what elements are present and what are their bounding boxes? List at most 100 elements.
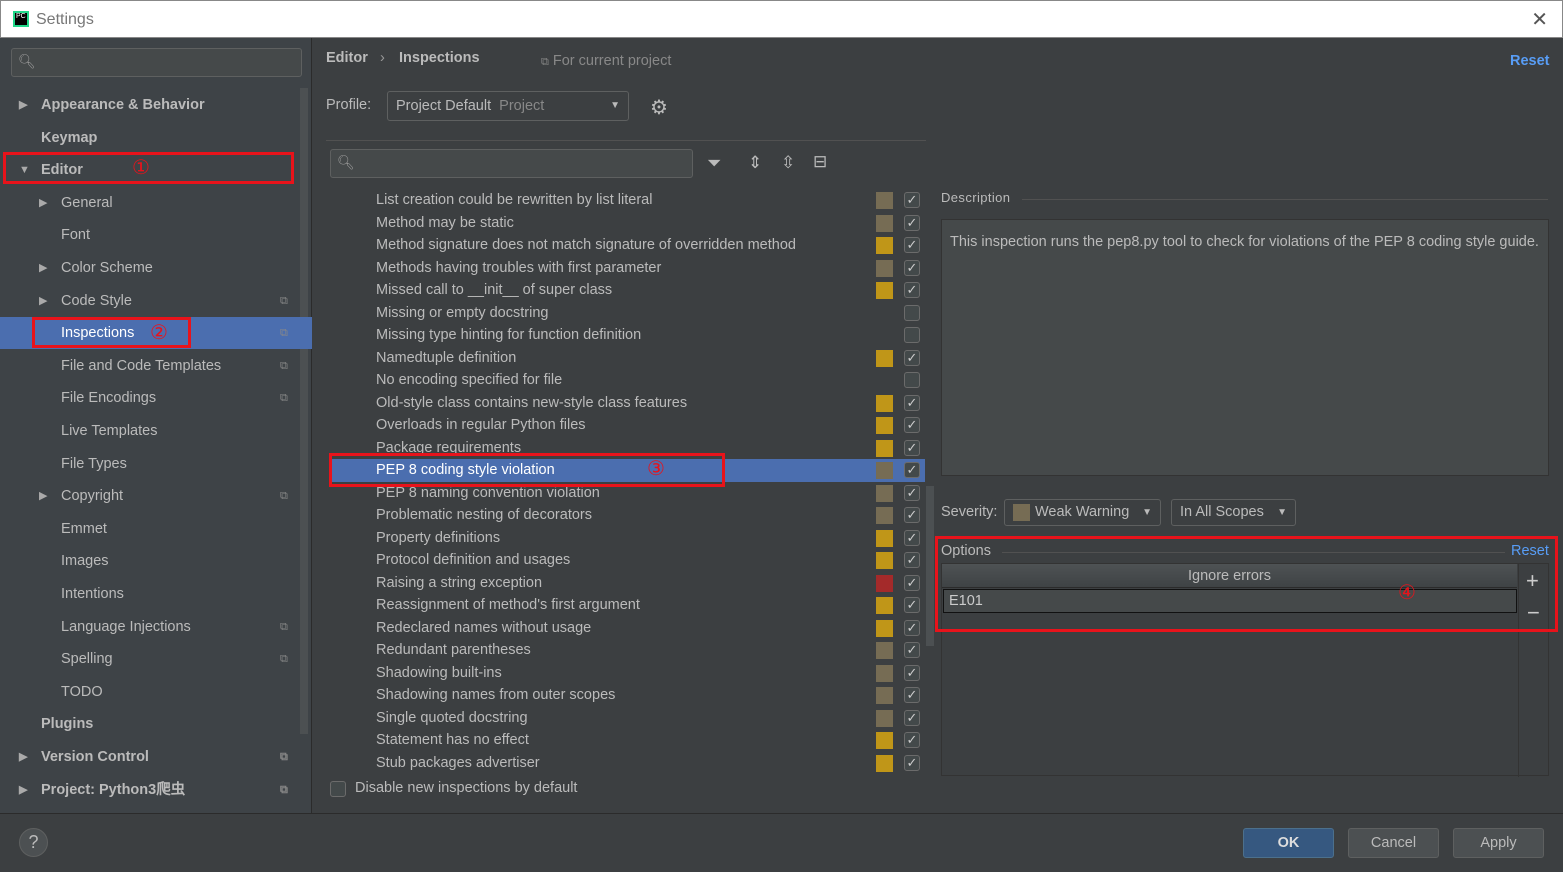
inspection-search-input[interactable]: 🔍︎ [330, 149, 693, 178]
sidebar-item-spelling[interactable]: Spelling ⧉ [0, 643, 300, 675]
sidebar-item-copyright[interactable]: ▶ Copyright ⧉ [0, 480, 300, 512]
inspection-checkbox[interactable] [904, 372, 920, 388]
sidebar-item-project-python3[interactable]: ▶ Project: Python3爬虫 ⧉ [0, 774, 300, 806]
inspection-checkbox[interactable]: ✓ [904, 529, 920, 546]
inspection-checkbox[interactable]: ✓ [904, 282, 920, 298]
scope-dropdown[interactable]: In All Scopes ▼ [1171, 499, 1296, 526]
inspection-row[interactable]: Single quoted docstring ✓ [330, 707, 925, 730]
expand-all-icon[interactable]: ⇕ [748, 153, 762, 173]
inspection-checkbox[interactable]: ✓ [904, 687, 920, 703]
sidebar-item-general[interactable]: ▶ General [0, 187, 300, 219]
severity-dropdown[interactable]: Weak Warning ▼ [1004, 499, 1161, 526]
inspection-row[interactable]: Protocol definition and usages ✓ [330, 549, 925, 572]
inspection-checkbox[interactable]: ✓ [904, 754, 920, 771]
sidebar-scrollbar[interactable] [300, 88, 308, 734]
ok-button[interactable]: OK [1243, 828, 1334, 858]
sidebar-item-file-and-code-templates[interactable]: File and Code Templates ⧉ [0, 350, 300, 382]
inspection-checkbox[interactable]: ✓ [904, 462, 920, 478]
inspection-row[interactable]: Methods having troubles with first param… [330, 257, 925, 280]
profile-dropdown[interactable]: Project Default Project ▼ [387, 91, 629, 121]
collapsed-arrow-icon[interactable]: ▶ [39, 285, 47, 317]
collapsed-arrow-icon[interactable]: ▶ [39, 252, 47, 284]
inspection-row[interactable]: Raising a string exception ✓ [330, 572, 925, 595]
collapsed-arrow-icon[interactable]: ▶ [39, 480, 47, 512]
inspection-checkbox[interactable]: ✓ [904, 192, 920, 208]
sidebar-item-images[interactable]: Images [0, 545, 300, 577]
inspection-row[interactable]: Method may be static ✓ [330, 212, 925, 235]
sidebar-item-plugins[interactable]: Plugins [0, 708, 300, 740]
inspection-row[interactable]: Redundant parentheses ✓ [330, 639, 925, 662]
inspection-checkbox[interactable]: ✓ [904, 259, 920, 276]
inspection-label: Namedtuple definition [376, 349, 517, 366]
sidebar-item-language-injections[interactable]: Language Injections ⧉ [0, 611, 300, 643]
cancel-button[interactable]: Cancel [1348, 828, 1439, 858]
inspection-checkbox[interactable]: ✓ [904, 484, 920, 501]
sidebar-item-version-control[interactable]: ▶ Version Control ⧉ [0, 741, 300, 773]
inspection-checkbox[interactable] [904, 304, 920, 321]
inspection-row[interactable]: No encoding specified for file [330, 369, 925, 392]
sidebar-item-font[interactable]: Font [0, 219, 300, 251]
inspection-checkbox[interactable]: ✓ [904, 214, 920, 231]
collapse-all-icon[interactable]: ⇳ [781, 153, 795, 173]
sidebar-item-intentions[interactable]: Intentions [0, 578, 300, 610]
disable-new-checkbox[interactable] [330, 781, 346, 797]
sidebar-item-todo[interactable]: TODO [0, 676, 300, 708]
copy-icon: ⧉ [541, 56, 549, 68]
inspection-row[interactable]: Statement has no effect ✓ [330, 729, 925, 752]
inspection-checkbox[interactable]: ✓ [904, 507, 920, 523]
inspection-checkbox[interactable]: ✓ [904, 574, 920, 591]
collapsed-arrow-icon[interactable]: ▶ [19, 741, 27, 773]
collapsed-arrow-icon[interactable]: ▶ [19, 774, 27, 806]
inspection-checkbox[interactable]: ✓ [904, 642, 920, 658]
sidebar-item-live-templates[interactable]: Live Templates [0, 415, 300, 447]
inspection-row[interactable]: Shadowing names from outer scopes ✓ [330, 684, 925, 707]
sidebar-item-file-encodings[interactable]: File Encodings ⧉ [0, 382, 300, 414]
inspection-checkbox[interactable]: ✓ [904, 237, 920, 253]
inspection-checkbox[interactable]: ✓ [904, 439, 920, 456]
inspection-row[interactable]: Method signature does not match signatur… [330, 234, 925, 257]
inspection-row[interactable]: Namedtuple definition ✓ [330, 347, 925, 370]
collapsed-arrow-icon[interactable]: ▶ [39, 187, 47, 219]
inspection-row[interactable]: Missing type hinting for function defini… [330, 324, 925, 347]
sidebar-item-file-types[interactable]: File Types [0, 448, 300, 480]
divider [0, 813, 1563, 814]
inspection-row[interactable]: Old-style class contains new-style class… [330, 392, 925, 415]
inspection-row[interactable]: Reassignment of method's first argument ✓ [330, 594, 925, 617]
inspection-row[interactable]: Problematic nesting of decorators ✓ [330, 504, 925, 527]
sidebar-search-input[interactable]: 🔍︎ [11, 48, 302, 77]
help-button[interactable]: ? [19, 828, 48, 857]
sidebar-item-appearance-behavior[interactable]: ▶ Appearance & Behavior [0, 89, 300, 121]
inspection-row[interactable]: Missed call to __init__ of super class ✓ [330, 279, 925, 302]
breadcrumb-editor[interactable]: Editor [326, 50, 368, 66]
inspection-row[interactable]: Redeclared names without usage ✓ [330, 617, 925, 640]
sidebar-item-code-style[interactable]: ▶ Code Style ⧉ [0, 285, 300, 317]
inspection-checkbox[interactable]: ✓ [904, 552, 920, 568]
inspection-checkbox[interactable] [904, 327, 920, 343]
list-scrollbar[interactable] [926, 486, 934, 646]
inspection-checkbox[interactable]: ✓ [904, 349, 920, 366]
inspection-checkbox[interactable]: ✓ [904, 709, 920, 726]
sidebar-item-color-scheme[interactable]: ▶ Color Scheme [0, 252, 300, 284]
inspection-row[interactable]: Missing or empty docstring [330, 302, 925, 325]
inspection-checkbox[interactable]: ✓ [904, 732, 920, 748]
inspection-row[interactable]: Stub packages advertiser ✓ [330, 752, 925, 775]
reset-to-default-icon[interactable]: ⊟ [813, 152, 827, 172]
inspection-row[interactable]: Overloads in regular Python files ✓ [330, 414, 925, 437]
inspection-checkbox[interactable]: ✓ [904, 664, 920, 681]
inspection-row[interactable]: List creation could be rewritten by list… [330, 189, 925, 212]
inspection-row[interactable]: Shadowing built-ins ✓ [330, 662, 925, 685]
inspection-checkbox[interactable]: ✓ [904, 417, 920, 433]
inspection-checkbox[interactable]: ✓ [904, 619, 920, 636]
collapsed-arrow-icon[interactable]: ▶ [19, 89, 27, 121]
project-settings-icon: ⧉ [280, 392, 288, 405]
sidebar-item-keymap[interactable]: Keymap [0, 122, 300, 154]
reset-link[interactable]: Reset [1510, 53, 1550, 69]
apply-button[interactable]: Apply [1453, 828, 1544, 858]
inspection-checkbox[interactable]: ✓ [904, 597, 920, 613]
inspection-checkbox[interactable]: ✓ [904, 394, 920, 411]
inspection-row[interactable]: Property definitions ✓ [330, 527, 925, 550]
close-icon[interactable]: ✕ [1531, 7, 1548, 32]
gear-icon[interactable]: ⚙ [650, 95, 668, 120]
sidebar-item-emmet[interactable]: Emmet [0, 513, 300, 545]
filter-icon[interactable]: ⏷ [707, 153, 721, 174]
